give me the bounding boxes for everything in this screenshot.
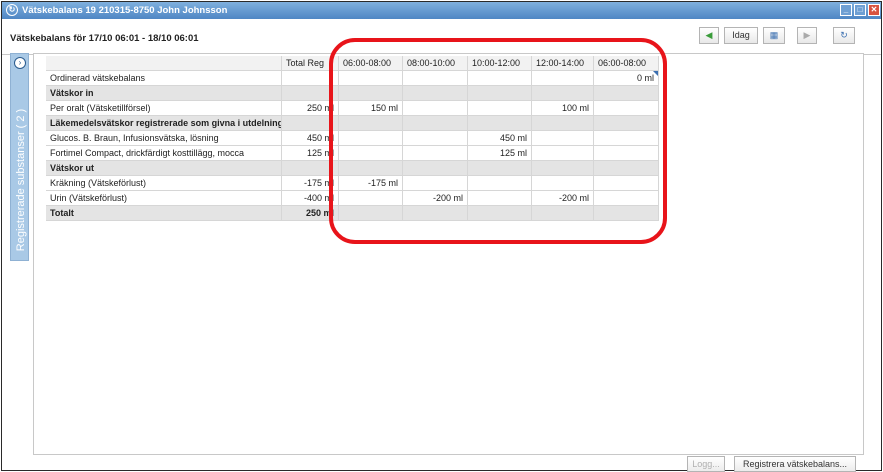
row-label: Glucos. B. Braun, Infusionsvätska, lösni… xyxy=(46,131,282,146)
column-header[interactable] xyxy=(46,56,282,71)
next-day-button[interactable]: ▶ xyxy=(797,27,817,44)
app-icon: ↻ xyxy=(6,4,18,16)
row-label: Vätskor in xyxy=(46,86,282,101)
today-button[interactable]: Idag xyxy=(724,27,758,44)
row-label: Ordinerad vätskebalans xyxy=(46,71,282,86)
sidepanel-label: Registrerade substanser ( 2 ) xyxy=(15,108,27,252)
row-label: Urin (Vätskeförlust) xyxy=(46,191,282,206)
close-button[interactable]: ✕ xyxy=(868,4,880,16)
log-button[interactable]: Logg... xyxy=(687,456,725,472)
expand-icon[interactable]: › xyxy=(14,57,26,69)
refresh-icon: ↻ xyxy=(840,30,848,40)
red-highlight-annotation xyxy=(329,38,667,244)
registered-substances-panel[interactable]: › Registrerade substanser ( 2 ) xyxy=(10,53,29,261)
window-title: Vätskebalans 19 210315-8750 John Johnsso… xyxy=(22,5,228,16)
row-label: Per oralt (Vätsketillförsel) xyxy=(46,101,282,116)
row-label: Totalt xyxy=(46,206,282,221)
arrow-left-icon: ◀ xyxy=(705,30,713,40)
previous-day-button[interactable]: ◀ xyxy=(699,27,719,44)
register-fluid-balance-button[interactable]: Registrera vätskebalans... xyxy=(734,456,856,472)
title-bar: ↻ Vätskebalans 19 210315-8750 John Johns… xyxy=(2,2,881,19)
maximize-button[interactable]: □ xyxy=(854,4,866,16)
row-label: Vätskor ut xyxy=(46,161,282,176)
row-label: Läkemedelsvätskor registrerade som givna… xyxy=(46,116,282,131)
page-title: Vätskebalans för 17/10 06:01 - 18/10 06:… xyxy=(10,33,199,44)
refresh-button[interactable]: ↻ xyxy=(833,27,855,44)
row-label: Fortimel Compact, drickfärdigt kosttillä… xyxy=(46,146,282,161)
calendar-button[interactable]: ▦ xyxy=(763,27,785,44)
minimize-button[interactable]: _ xyxy=(840,4,852,16)
row-label: Kräkning (Vätskeförlust) xyxy=(46,176,282,191)
arrow-right-icon: ▶ xyxy=(803,30,811,40)
calendar-icon: ▦ xyxy=(769,30,779,40)
